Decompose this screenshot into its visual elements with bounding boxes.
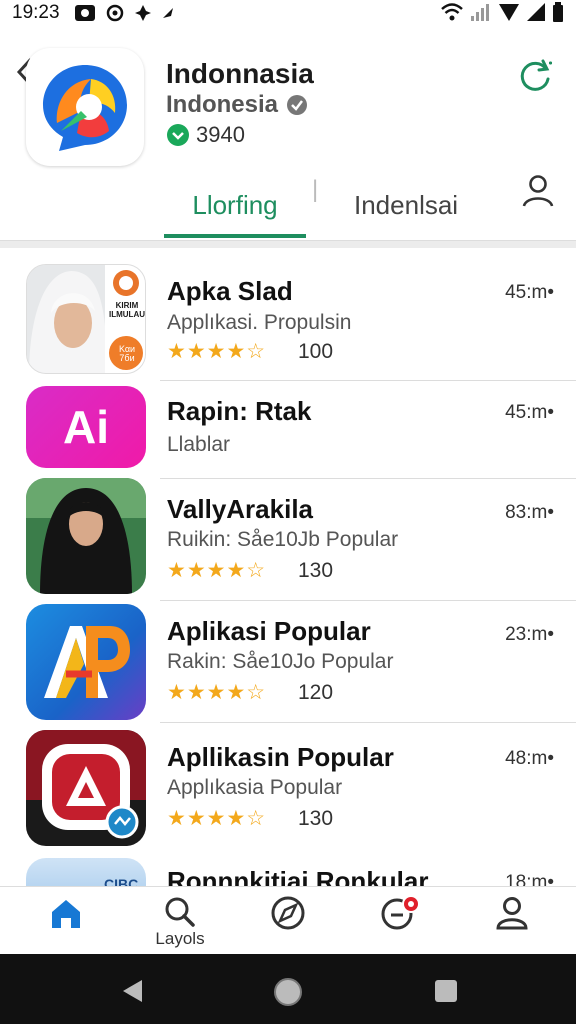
list-item[interactable]: KIRIM ILMULAU Καи 7би Apka Slad Applıkas…	[0, 256, 576, 381]
app-icon-vallyarakila	[26, 478, 146, 594]
pin-notification-icon	[134, 5, 151, 21]
green-check-icon	[167, 124, 189, 146]
rating-count: 100	[298, 340, 334, 363]
app-rating: 3940	[166, 122, 245, 148]
profile-icon	[522, 175, 554, 207]
ai-badge: Ai	[63, 401, 109, 453]
ap-logo	[44, 626, 130, 698]
app-icon-apka-slad: KIRIM ILMULAU Καи 7би	[26, 264, 146, 374]
photo-notification-icon	[74, 5, 95, 21]
app-category: Applıkasia Popular	[167, 776, 343, 799]
nav-explore[interactable]	[258, 895, 318, 949]
app-publisher: Indonesia	[166, 91, 308, 119]
app-name: Apka Slad	[167, 276, 293, 306]
rating-count: 130	[298, 559, 334, 582]
app-logo-icon	[43, 65, 127, 151]
system-back-icon[interactable]	[120, 978, 144, 1004]
nav-notifications[interactable]	[370, 895, 430, 949]
poster-line2: ILMULAU	[109, 310, 145, 319]
wifi-icon	[441, 3, 463, 21]
signal-icon	[499, 4, 519, 21]
notification-icon	[381, 895, 420, 930]
poster-text: KIRIM ILMULAU	[107, 301, 145, 319]
nav-search-label: Layols	[155, 929, 205, 948]
app-icon-rapin-rtak: Ai	[26, 386, 146, 468]
hijab-portrait-image	[26, 478, 146, 594]
poster-badge: Καи 7би	[109, 345, 145, 363]
nav-home[interactable]	[36, 895, 96, 949]
refresh-button[interactable]	[516, 57, 554, 95]
app-time: 83:m•	[505, 502, 554, 523]
system-recents-icon[interactable]	[433, 978, 459, 1004]
tab-indenlsai[interactable]: Indenlsai	[354, 168, 458, 238]
app-title: Indonnasia	[166, 58, 314, 89]
verified-icon	[287, 95, 308, 115]
bottom-nav: Layols	[0, 886, 576, 954]
system-status-icons	[440, 2, 564, 22]
nav-account[interactable]	[482, 895, 542, 949]
list-item[interactable]: VallyArakila Ruikin: Såe10Jb Popular ★★★…	[0, 478, 576, 601]
rating-count: 120	[298, 681, 334, 704]
system-nav-bar	[0, 954, 576, 1024]
app-publisher-label: Indonesia	[166, 91, 279, 118]
app-category: Ruikin: Såe10Jb Popular	[167, 528, 399, 551]
app-name: VallyArakila	[167, 494, 313, 524]
system-home-icon[interactable]	[272, 976, 304, 1008]
status-time: 19:23	[12, 2, 60, 23]
home-icon	[52, 900, 80, 928]
app-category: Rakin: Såe10Jo Popular	[167, 650, 394, 673]
app-name: Ronnnkitiai Ronkular	[167, 866, 429, 886]
star-rating: ★★★★☆	[167, 681, 267, 704]
app-time: 48:m•	[505, 748, 554, 769]
app-icon-apllikasin-popular	[26, 730, 146, 846]
refresh-icon	[520, 59, 552, 91]
poster-line4: 7би	[119, 353, 135, 363]
app-name: Aplikasi Popular	[167, 616, 371, 646]
send-notification-icon	[162, 8, 173, 18]
star-rating: ★★★★☆	[167, 340, 267, 363]
list-item[interactable]: Aplikasi Popular Rakin: Såe10Jo Popular …	[0, 600, 576, 723]
star-rating: ★★★★☆	[167, 559, 267, 582]
app-screen: 19:23 Indonnasia Indonesia 3940 Llorfing…	[0, 0, 576, 1024]
app-time: 18:m•	[505, 872, 554, 886]
explore-icon	[271, 896, 305, 930]
app-rating-count: 3940	[196, 122, 245, 147]
list-item[interactable]: Apllikasin Popular Applıkasia Popular ★★…	[0, 722, 576, 848]
profile-tab-button[interactable]	[520, 172, 556, 208]
app-name: Rapin: Rtak	[167, 396, 312, 426]
app-list: KIRIM ILMULAU Καи 7би Apka Slad Applıkas…	[0, 256, 576, 886]
tab-separator: |	[312, 176, 319, 203]
sync-notification-icon	[106, 4, 123, 22]
a-logo	[26, 730, 146, 839]
app-icon-ronnnkitiai: CIBC	[26, 858, 146, 886]
battery-icon	[553, 2, 563, 22]
tab-bar: Llorfing Indenlsai	[164, 168, 576, 240]
app-logo	[26, 48, 144, 166]
app-time: 45:m•	[505, 282, 554, 303]
list-item[interactable]: Ai Rapin: Rtak Llablar 45:m•	[0, 380, 576, 479]
star-rating: ★★★★☆	[167, 807, 267, 830]
tab-divider	[0, 240, 576, 248]
cell-signal-icon	[527, 3, 545, 21]
cibc-badge: CIBC	[104, 876, 139, 886]
rating-count: 130	[298, 807, 334, 830]
tab-llorfing[interactable]: Llorfing	[164, 168, 306, 238]
poster-line1: KIRIM	[115, 301, 139, 310]
signal-weak-icon	[471, 4, 489, 21]
app-icon-aplikasi-popular	[26, 604, 146, 720]
app-time: 45:m•	[505, 402, 554, 423]
list-item[interactable]: CIBC Ronnnkitiai Ronkular 18:m•	[0, 848, 576, 886]
account-icon	[496, 897, 528, 930]
app-category: Applıkasi. Propulsin	[167, 311, 352, 334]
status-bar: 19:23	[0, 0, 576, 26]
app-time: 23:m•	[505, 624, 554, 645]
app-category: Llablar	[167, 433, 231, 456]
search-icon	[165, 897, 195, 927]
app-name: Apllikasin Popular	[167, 742, 394, 772]
status-notification-icons	[74, 3, 175, 23]
nav-search[interactable]: Layols	[150, 895, 210, 949]
